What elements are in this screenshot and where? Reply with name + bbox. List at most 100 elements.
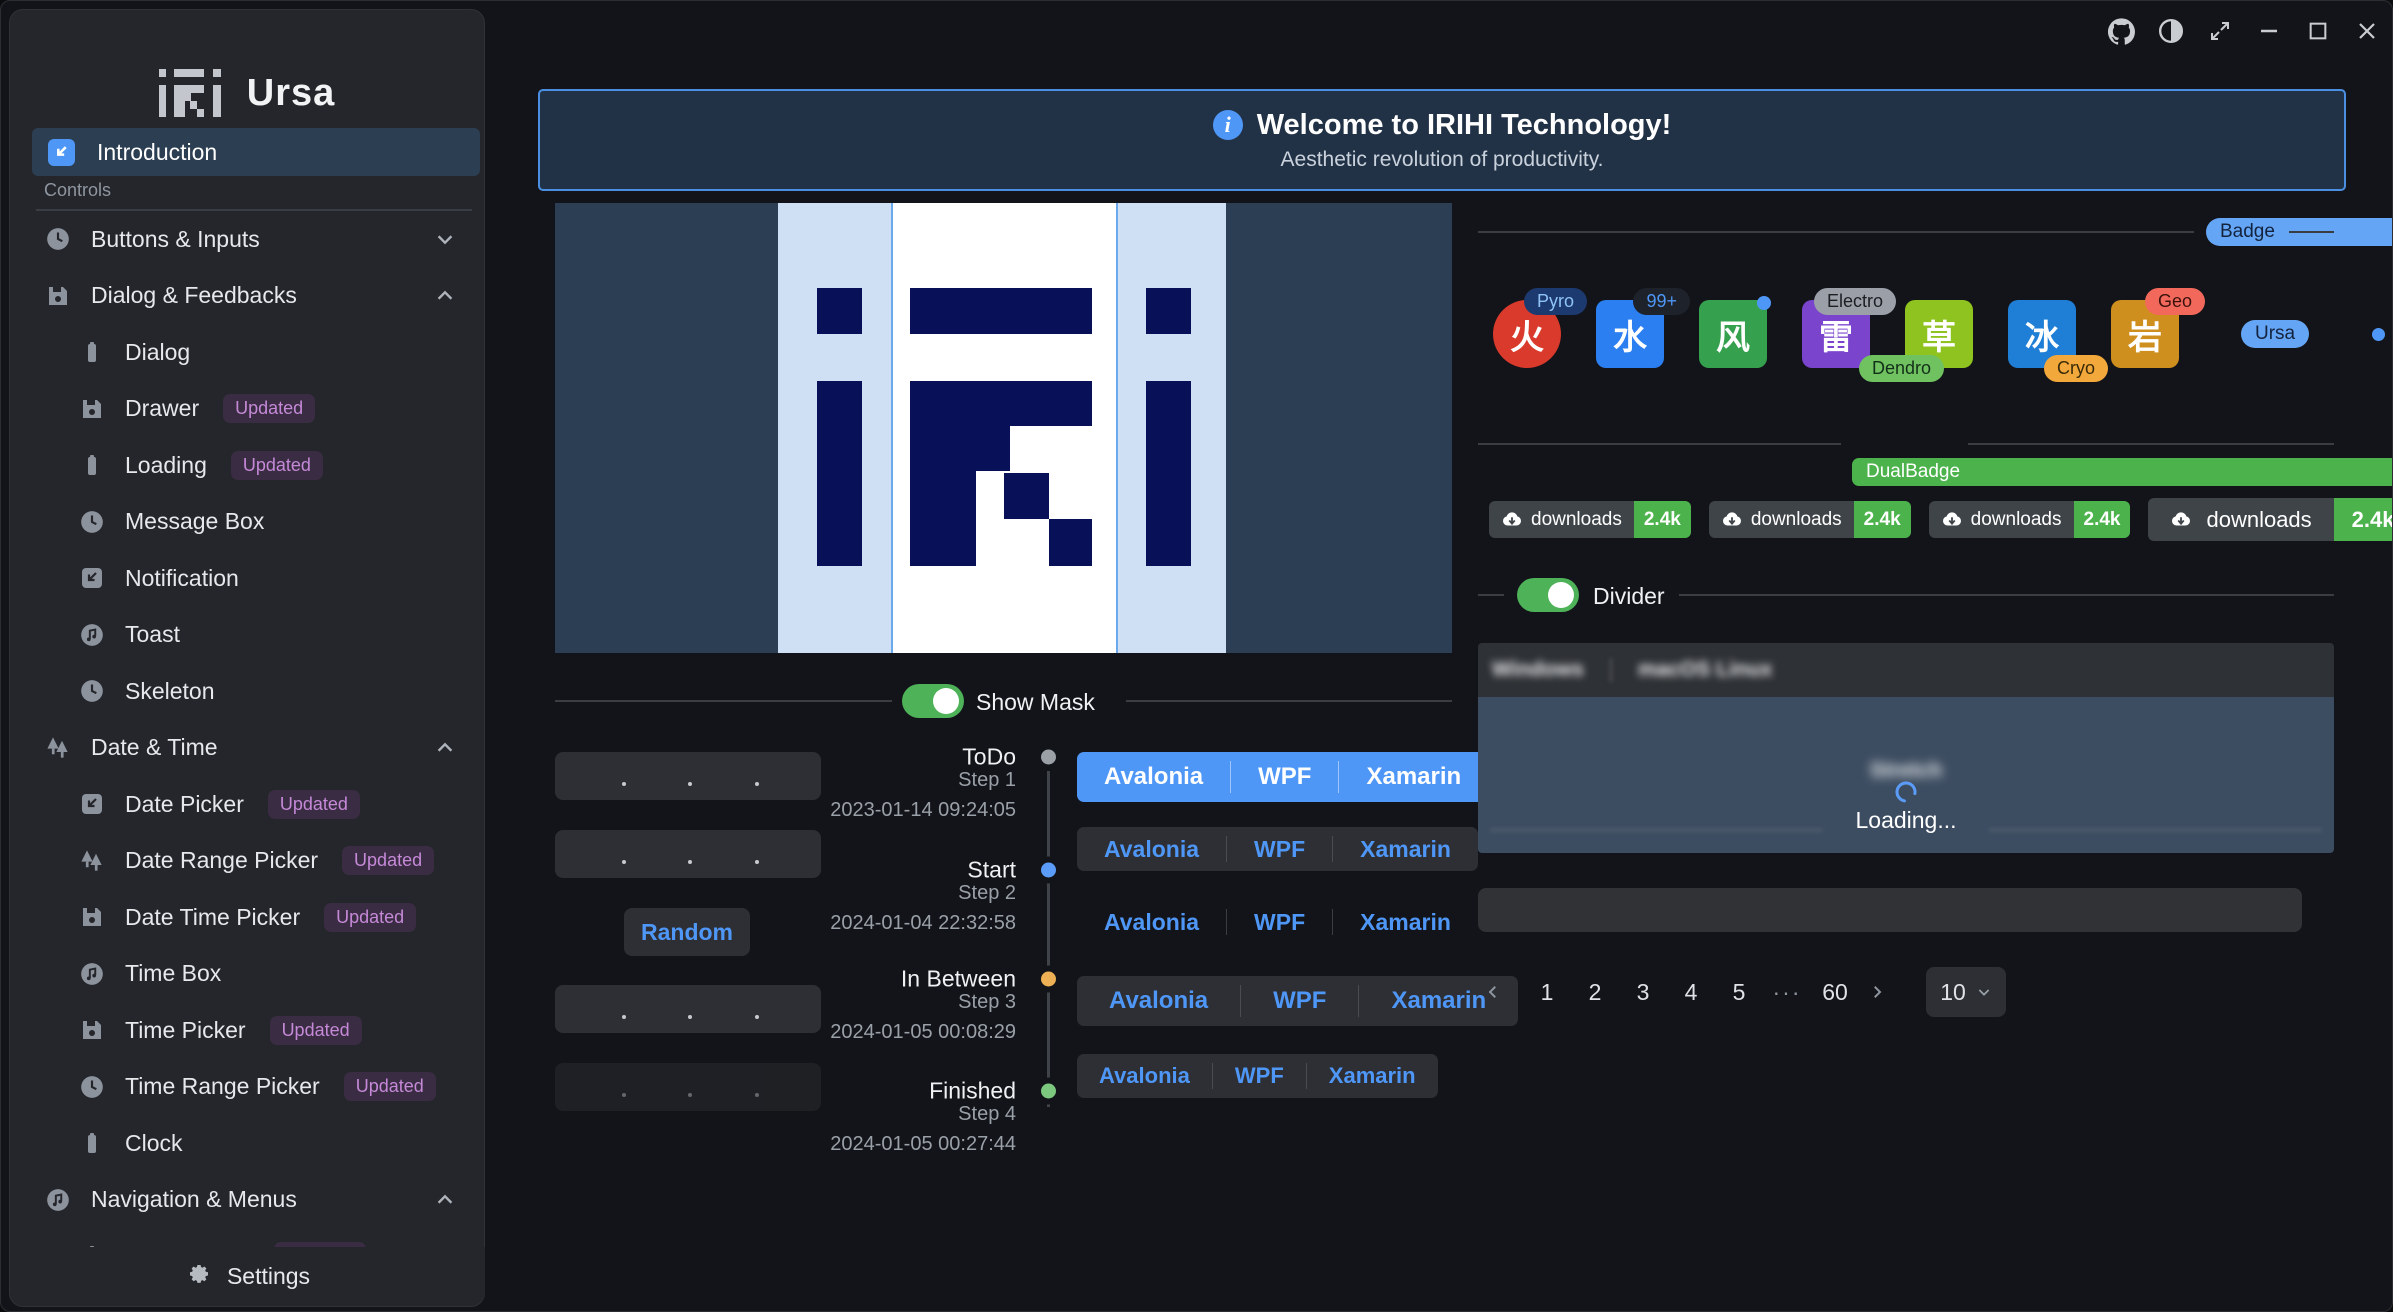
page-button[interactable]: 2 bbox=[1580, 979, 1610, 1006]
xamarin-button[interactable]: Xamarin bbox=[1307, 1054, 1438, 1098]
timeline-step-label: ToDo bbox=[962, 744, 1016, 771]
element-tile: 火Pyro bbox=[1493, 300, 1561, 368]
sidebar-item-time-range-picker[interactable]: Time Range PickerUpdated bbox=[10, 1062, 486, 1112]
xamarin-button[interactable]: Xamarin bbox=[1333, 827, 1478, 871]
minimize-icon[interactable] bbox=[2255, 18, 2282, 45]
page-button[interactable]: 1 bbox=[1532, 979, 1562, 1006]
sidebar-item-introduction[interactable]: Introduction bbox=[32, 128, 480, 176]
banner-subtitle: Aesthetic revolution of productivity. bbox=[1281, 148, 1604, 172]
iri-logo-icon bbox=[159, 69, 221, 117]
chevron-up-icon[interactable] bbox=[434, 285, 456, 307]
timeline: ToDoStep 12023-01-14 09:24:05StartStep 2… bbox=[857, 747, 1077, 1207]
page-button[interactable]: 4 bbox=[1676, 979, 1706, 1006]
text-input[interactable] bbox=[1478, 888, 2302, 932]
button-group-solid-blue: AvaloniaWPFXamarin bbox=[1077, 752, 1488, 802]
sidebar-item-toast[interactable]: Toast bbox=[10, 610, 486, 660]
sidebar-item-label: Introduction bbox=[97, 139, 217, 166]
page-ellipsis: ··· bbox=[1772, 979, 1802, 1006]
sidebar-item-drawer[interactable]: DrawerUpdated bbox=[10, 384, 486, 434]
close-icon[interactable] bbox=[2353, 18, 2380, 45]
chevron-down-icon bbox=[1976, 984, 1992, 1000]
sidebar-item-buttons-inputs[interactable]: Buttons & Inputs bbox=[10, 214, 486, 264]
page-size-select[interactable]: 10 bbox=[1926, 967, 2006, 1017]
ip-address-input[interactable] bbox=[555, 830, 821, 878]
chevron-up-icon[interactable] bbox=[434, 1189, 456, 1211]
page-button[interactable]: 3 bbox=[1628, 979, 1658, 1006]
note-icon bbox=[44, 1186, 71, 1213]
battery-icon bbox=[78, 1130, 105, 1157]
sidebar-item-notification[interactable]: Notification bbox=[10, 553, 486, 603]
loading-panel-tabs: Windows macOS Linux bbox=[1478, 643, 2334, 697]
page-button[interactable]: 5 bbox=[1724, 979, 1754, 1006]
avalonia-button[interactable]: Avalonia bbox=[1077, 752, 1230, 802]
download-badge: downloads2.4k bbox=[1709, 501, 1911, 538]
sidebar-item-dialog-feedbacks[interactable]: Dialog & Feedbacks bbox=[10, 271, 486, 321]
random-button[interactable]: Random bbox=[624, 908, 750, 956]
settings-button[interactable]: Settings bbox=[11, 1247, 485, 1305]
tab-windows[interactable]: Windows bbox=[1492, 658, 1584, 682]
wpf-button[interactable]: WPF bbox=[1231, 752, 1338, 802]
battery-icon bbox=[78, 339, 105, 366]
app-title: Ursa bbox=[247, 72, 336, 115]
sidebar-item-label: Date & Time bbox=[91, 734, 218, 761]
sidebar-item-dialog[interactable]: Dialog bbox=[10, 327, 486, 377]
sidebar-item-date-picker[interactable]: Date PickerUpdated bbox=[10, 779, 486, 829]
sidebar-item-time-picker[interactable]: Time PickerUpdated bbox=[10, 1005, 486, 1055]
show-mask-label: Show Mask bbox=[976, 689, 1095, 716]
sidebar-item-label: Date Picker bbox=[125, 791, 244, 818]
floppy-icon bbox=[44, 282, 71, 309]
trees-icon bbox=[44, 734, 71, 761]
cloud-download-icon bbox=[1721, 509, 1743, 531]
sidebar-item-loading[interactable]: LoadingUpdated bbox=[10, 440, 486, 490]
wpf-button[interactable]: WPF bbox=[1213, 1054, 1306, 1098]
sidebar-item-label: Drawer bbox=[125, 395, 199, 422]
page-button-last[interactable]: 60 bbox=[1820, 979, 1850, 1006]
info-icon: i bbox=[1213, 110, 1243, 140]
sidebar-divider bbox=[36, 209, 472, 211]
tab-macos-linux[interactable]: macOS Linux bbox=[1638, 658, 1772, 682]
show-mask-toggle[interactable] bbox=[902, 684, 964, 718]
sidebar-item-clock[interactable]: Clock bbox=[10, 1118, 486, 1168]
sidebar-item-skeleton[interactable]: Skeleton bbox=[10, 666, 486, 716]
xamarin-button[interactable]: Xamarin bbox=[1339, 752, 1488, 802]
sidebar-item-message-box[interactable]: Message Box bbox=[10, 497, 486, 547]
avalonia-button[interactable]: Avalonia bbox=[1077, 900, 1226, 944]
chevron-down-icon[interactable] bbox=[434, 228, 456, 250]
fullscreen-icon[interactable] bbox=[2206, 18, 2233, 45]
sidebar-item-time-box[interactable]: Time Box bbox=[10, 949, 486, 999]
maximize-icon[interactable] bbox=[2304, 18, 2331, 45]
wpf-button[interactable]: WPF bbox=[1227, 827, 1332, 871]
sidebar-item-navigation-menus[interactable]: Navigation & Menus bbox=[10, 1175, 486, 1225]
chevron-up-icon[interactable] bbox=[434, 737, 456, 759]
sidebar-item-date-time-picker[interactable]: Date Time PickerUpdated bbox=[10, 892, 486, 942]
next-page-button[interactable] bbox=[1868, 983, 1898, 1001]
timeline-step-dot bbox=[1041, 1084, 1056, 1099]
sidebar-item-label: Navigation & Menus bbox=[91, 1186, 297, 1213]
avalonia-button[interactable]: Avalonia bbox=[1077, 976, 1240, 1026]
avalonia-button[interactable]: Avalonia bbox=[1077, 1054, 1212, 1098]
prev-page-button[interactable] bbox=[1484, 983, 1514, 1001]
divider-line bbox=[1679, 594, 2334, 596]
divider-toggle[interactable] bbox=[1517, 578, 1579, 612]
sidebar-item-date-range-picker[interactable]: Date Range PickerUpdated bbox=[10, 836, 486, 886]
settings-label: Settings bbox=[227, 1263, 310, 1290]
clock-icon bbox=[44, 226, 71, 253]
ip-address-input[interactable] bbox=[555, 985, 821, 1033]
divider-label: Divider bbox=[1593, 583, 1665, 610]
theme-toggle-icon[interactable] bbox=[2157, 18, 2184, 45]
download-badge-count: 2.4k bbox=[2334, 498, 2393, 541]
divider-line bbox=[1478, 594, 1504, 596]
ip-address-input[interactable] bbox=[555, 752, 821, 800]
sidebar-item-date-time[interactable]: Date & Time bbox=[10, 723, 486, 773]
floppy-icon bbox=[78, 1017, 105, 1044]
divider-line bbox=[555, 700, 892, 702]
updated-badge: Updated bbox=[344, 1072, 436, 1101]
sidebar-item-label: Skeleton bbox=[125, 678, 215, 705]
avalonia-button[interactable]: Avalonia bbox=[1077, 827, 1226, 871]
xamarin-button[interactable]: Xamarin bbox=[1333, 900, 1478, 944]
wpf-button[interactable]: WPF bbox=[1241, 976, 1358, 1026]
element-tile: 水99+ bbox=[1596, 300, 1664, 368]
stretch-label: Stretch bbox=[1478, 759, 2334, 783]
wpf-button[interactable]: WPF bbox=[1227, 900, 1332, 944]
github-icon[interactable] bbox=[2108, 18, 2135, 45]
